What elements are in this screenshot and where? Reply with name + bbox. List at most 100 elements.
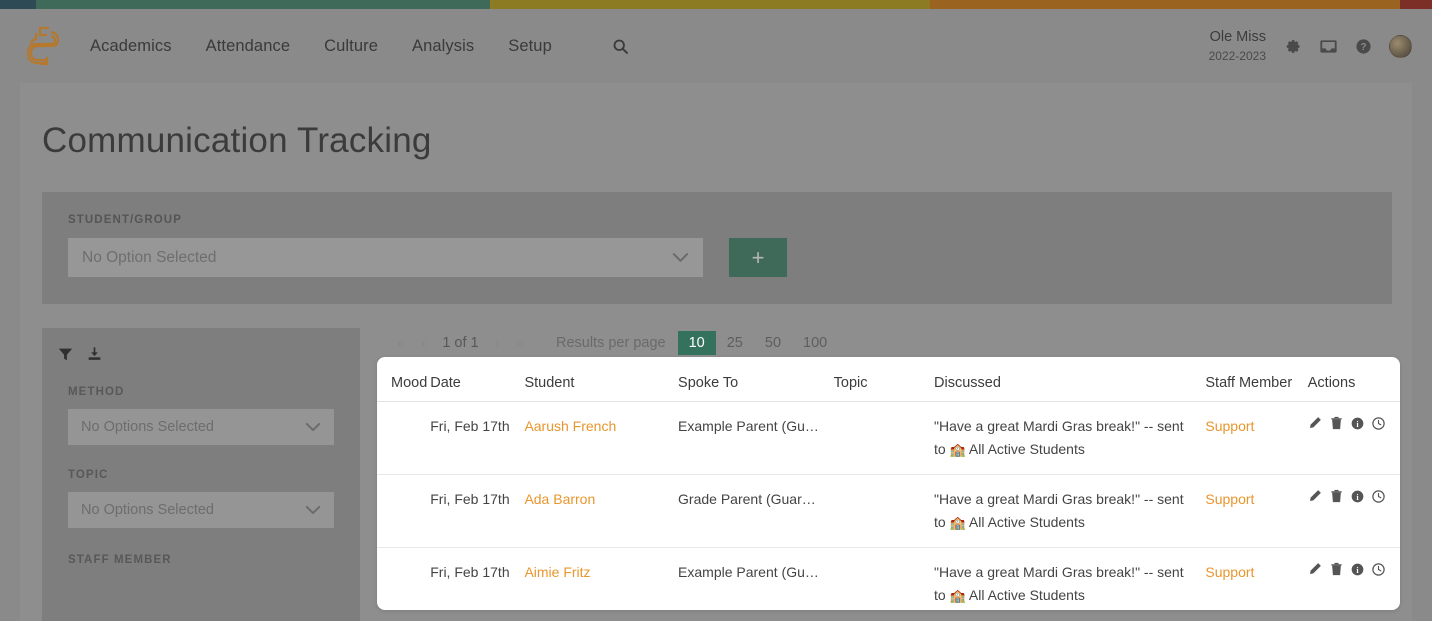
account-name: Ole Miss — [1209, 28, 1266, 48]
filter-toolbar — [42, 342, 360, 362]
pagination-next-button[interactable]: › — [487, 335, 508, 352]
brand-logo[interactable] — [14, 23, 74, 69]
info-button[interactable]: i — [1351, 490, 1364, 503]
cell-date: Fri, Feb 17th — [430, 548, 524, 610]
staff-member-link[interactable]: Support — [1205, 491, 1254, 507]
chevron-down-icon — [672, 252, 689, 263]
results-per-page-50[interactable]: 50 — [754, 331, 792, 355]
discussed-target: All Active Students — [969, 587, 1085, 603]
avatar[interactable] — [1389, 35, 1412, 58]
nav-item-academics[interactable]: Academics — [88, 33, 174, 60]
inbox-button[interactable] — [1319, 38, 1338, 55]
results-per-page-10[interactable]: 10 — [678, 331, 716, 355]
cell-actions: i — [1308, 548, 1400, 610]
pagination-last-button[interactable]: » — [508, 335, 532, 352]
info-button[interactable]: i — [1351, 563, 1364, 576]
filter-label-staff-member: STAFF MEMBER — [68, 554, 334, 566]
nav-item-setup[interactable]: Setup — [506, 33, 554, 60]
settings-button[interactable] — [1285, 38, 1302, 55]
cell-student: Ada Barron — [524, 475, 678, 548]
column-header-actions: Actions — [1308, 357, 1400, 402]
student-link[interactable]: Aarush French — [524, 418, 616, 434]
stripe-segment-3 — [490, 0, 930, 9]
cell-actions: i — [1308, 402, 1400, 475]
pagination-prev-button[interactable]: ‹ — [413, 335, 434, 352]
clock-icon — [1372, 563, 1385, 576]
column-header-student[interactable]: Student — [524, 357, 678, 402]
gear-icon — [1285, 38, 1302, 55]
edit-button[interactable] — [1308, 489, 1322, 503]
stripe-segment-5 — [1400, 0, 1432, 9]
filter-label-topic: TOPIC — [68, 469, 334, 481]
table-row: Fri, Feb 17th Aimie Fritz Example Parent… — [377, 548, 1400, 610]
stripe-segment-4 — [930, 0, 1400, 9]
staff-member-link[interactable]: Support — [1205, 418, 1254, 434]
add-communication-button[interactable]: + — [729, 238, 787, 277]
delete-button[interactable] — [1330, 416, 1343, 430]
column-header-discussed[interactable]: Discussed — [934, 357, 1205, 402]
column-header-spoke-to[interactable]: Spoke To — [678, 357, 834, 402]
filter-select-method[interactable]: No Options Selected — [68, 409, 334, 445]
filter-select-topic[interactable]: No Options Selected — [68, 492, 334, 528]
app-header: Academics Attendance Culture Analysis Se… — [0, 9, 1432, 83]
table-row: Fri, Feb 17th Aarush French Example Pare… — [377, 402, 1400, 475]
info-button[interactable]: i — [1351, 417, 1364, 430]
info-circle-icon: i — [1351, 490, 1364, 503]
school-icon: 🏫 — [950, 442, 966, 457]
school-icon: 🏫 — [950, 515, 966, 530]
spiral-s-logo-icon — [22, 23, 66, 69]
column-header-mood[interactable]: Mood — [377, 357, 430, 402]
page-title: Communication Tracking — [20, 83, 1412, 161]
download-button[interactable] — [87, 346, 102, 362]
cell-student: Aarush French — [524, 402, 678, 475]
staff-member-link[interactable]: Support — [1205, 564, 1254, 580]
header-right-cluster: Ole Miss 2022-2023 ? — [1209, 28, 1432, 64]
school-icon: 🏫 — [950, 588, 966, 603]
filter-label-method: METHOD — [68, 386, 334, 398]
edit-button[interactable] — [1308, 562, 1322, 576]
table-body: Fri, Feb 17th Aarush French Example Pare… — [377, 402, 1400, 611]
column-header-date[interactable]: Date — [430, 357, 524, 402]
delete-button[interactable] — [1330, 489, 1343, 503]
cell-staff-member: Support — [1205, 548, 1307, 610]
history-button[interactable] — [1372, 563, 1385, 576]
column-header-staff-member[interactable]: Staff Member — [1205, 357, 1307, 402]
pagination-first-button[interactable]: « — [389, 335, 413, 352]
results-per-page-25[interactable]: 25 — [716, 331, 754, 355]
column-header-topic[interactable]: Topic — [834, 357, 934, 402]
account-info[interactable]: Ole Miss 2022-2023 — [1209, 28, 1266, 64]
student-link[interactable]: Aimie Fritz — [524, 564, 590, 580]
funnel-button[interactable] — [58, 347, 73, 362]
filter-group-topic: TOPIC No Options Selected — [42, 469, 360, 528]
cell-staff-member: Support — [1205, 402, 1307, 475]
cell-staff-member: Support — [1205, 475, 1307, 548]
student-group-label: STUDENT/GROUP — [68, 214, 1392, 226]
history-button[interactable] — [1372, 490, 1385, 503]
results-per-page-100[interactable]: 100 — [792, 331, 838, 355]
student-group-select[interactable]: No Option Selected — [68, 238, 703, 277]
discussed-target: All Active Students — [969, 514, 1085, 530]
filter-group-staff-member: STAFF MEMBER — [42, 554, 360, 566]
student-group-row: No Option Selected + — [68, 238, 1392, 277]
student-link[interactable]: Ada Barron — [524, 491, 595, 507]
app-root: Academics Attendance Culture Analysis Se… — [0, 0, 1432, 621]
clock-icon — [1372, 417, 1385, 430]
discussed-target: All Active Students — [969, 441, 1085, 457]
nav-item-attendance[interactable]: Attendance — [204, 33, 292, 60]
communication-table-card: Mood Date Student Spoke To Topic Discuss… — [377, 357, 1400, 610]
search-button[interactable] — [612, 38, 629, 55]
delete-button[interactable] — [1330, 562, 1343, 576]
pagination-bar: « ‹ 1 of 1 › » Results per page 10 25 50… — [389, 331, 838, 355]
cell-spoke-to: Example Parent (Gu… — [678, 402, 834, 475]
edit-button[interactable] — [1308, 416, 1322, 430]
history-button[interactable] — [1372, 417, 1385, 430]
row-actions: i — [1308, 561, 1400, 576]
nav-item-analysis[interactable]: Analysis — [410, 33, 476, 60]
nav-item-culture[interactable]: Culture — [322, 33, 380, 60]
table-row: Fri, Feb 17th Ada Barron Grade Parent (G… — [377, 475, 1400, 548]
main-navigation: Academics Attendance Culture Analysis Se… — [88, 33, 629, 60]
cell-date: Fri, Feb 17th — [430, 402, 524, 475]
help-button[interactable]: ? — [1355, 38, 1372, 55]
cell-discussed: "Have a great Mardi Gras break!" -- sent… — [934, 402, 1205, 475]
cell-discussed: "Have a great Mardi Gras break!" -- sent… — [934, 475, 1205, 548]
